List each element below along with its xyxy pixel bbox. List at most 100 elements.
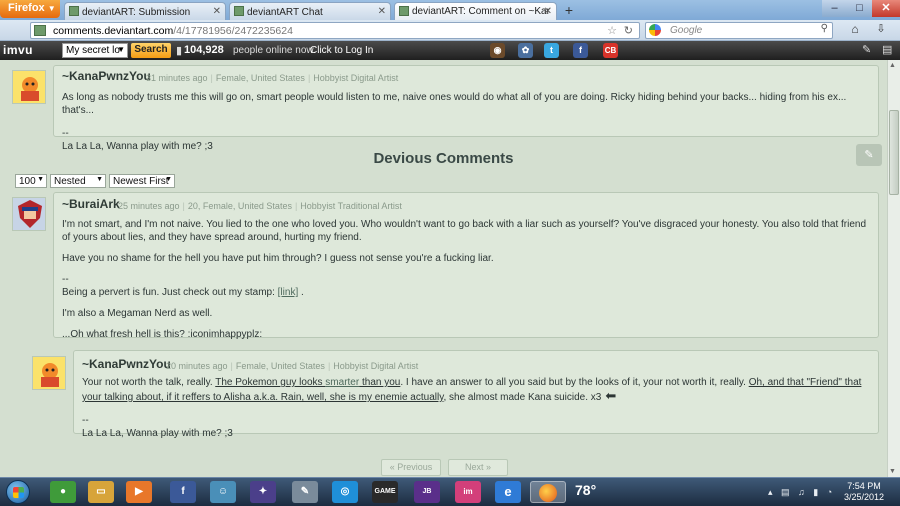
- smarter-link[interactable]: smarter: [325, 377, 359, 388]
- close-window-button[interactable]: ✕: [872, 0, 900, 17]
- online-count: 104,928: [184, 44, 224, 56]
- arrow-pointer-icon: ⬅: [605, 388, 617, 403]
- tab-bar: Firefox ▼ deviantART: Submission ✕ devian…: [0, 0, 900, 20]
- cb-icon[interactable]: CB: [603, 43, 618, 58]
- facebook-icon[interactable]: f: [573, 43, 588, 58]
- chevron-down-icon: ▼: [47, 4, 56, 13]
- imvu-search-button[interactable]: Search: [131, 43, 171, 58]
- people-icon[interactable]: ☺: [210, 481, 236, 503]
- twitter-icon[interactable]: t: [544, 43, 559, 58]
- per-page-select[interactable]: 100 ▼: [15, 174, 47, 188]
- page-content: ~KanaPwnzYou 31 minutes ago | Female, Unit…: [0, 60, 887, 477]
- comment-time[interactable]: 25 minutes ago: [118, 201, 180, 211]
- comment-time[interactable]: 31 minutes ago: [146, 73, 208, 83]
- comment-author[interactable]: ~BuraiArk: [62, 197, 120, 211]
- clock[interactable]: 7:54 PM 3/25/2012: [838, 481, 890, 503]
- paint-icon[interactable]: ✎: [292, 481, 318, 503]
- bookmark-star-icon[interactable]: ☆: [607, 24, 617, 37]
- avatar[interactable]: [12, 197, 46, 231]
- jinbo-icon[interactable]: JB: [414, 481, 440, 503]
- scrollbar-thumb[interactable]: [889, 110, 899, 195]
- site-identity-icon[interactable]: [34, 25, 46, 36]
- avatar[interactable]: [32, 356, 66, 390]
- close-icon[interactable]: ✕: [544, 6, 552, 17]
- tab-comment[interactable]: deviantART: Comment on ~KanaPwn... ✕: [394, 2, 557, 20]
- per-page-value: 100: [19, 176, 36, 187]
- comment-paragraph: I'm not smart, and I'm not naive. You li…: [62, 219, 867, 243]
- google-icon[interactable]: [649, 24, 661, 36]
- downloads-icon[interactable]: ⇩: [870, 22, 892, 39]
- app-icon[interactable]: ✦: [250, 481, 276, 503]
- scroll-down-icon[interactable]: ▼: [889, 468, 896, 475]
- comment-signature-line: ...Oh what fresh hell is this? :iconimha…: [62, 329, 263, 340]
- note-icon[interactable]: ✎: [856, 144, 882, 166]
- reload-icon[interactable]: ↻: [624, 24, 633, 37]
- signature-divider: --: [62, 128, 69, 139]
- avatar-image: [13, 198, 45, 230]
- next-page-button[interactable]: Next »: [448, 459, 508, 476]
- comment-signature: La La La, Wanna play with me? ;3: [82, 428, 233, 439]
- avatar-image: [13, 71, 45, 103]
- comment-author[interactable]: ~KanaPwnzYou: [62, 69, 151, 83]
- tab-chat[interactable]: deviantART Chat ✕: [229, 2, 391, 20]
- search-placeholder: Google: [670, 25, 703, 36]
- search-icon[interactable]: ⚲: [821, 23, 828, 34]
- facebook-icon[interactable]: f: [170, 481, 196, 503]
- media-player-icon[interactable]: ▶: [126, 481, 152, 503]
- scroll-up-icon[interactable]: ▲: [889, 62, 896, 69]
- internet-explorer-icon[interactable]: e: [495, 481, 521, 503]
- new-tab-button[interactable]: +: [560, 3, 578, 19]
- underlined-text: than you: [359, 377, 401, 388]
- sort-select[interactable]: Newest First ▼: [109, 174, 175, 188]
- windows-icon: [13, 487, 24, 498]
- firefox-taskbar-icon[interactable]: [530, 481, 566, 503]
- comment-user-title: Hobbyist Digital Artist: [313, 73, 399, 83]
- url-path: /4/17781956/2472235624: [173, 25, 293, 37]
- scrollbar[interactable]: ▲ ▼: [887, 60, 900, 477]
- tab-submission[interactable]: deviantART: Submission ✕: [64, 2, 226, 20]
- tab-label: deviantART: Submission: [82, 7, 191, 18]
- firefox-menu-button[interactable]: Firefox ▼: [0, 0, 60, 18]
- people-icon: ▮: [176, 45, 183, 57]
- comment-text: As long as nobody trusts me this will go…: [62, 92, 847, 116]
- weather-gadget[interactable]: 78°: [575, 482, 596, 498]
- previous-page-button[interactable]: « Previous: [381, 459, 441, 476]
- home-icon[interactable]: ⌂: [845, 22, 865, 39]
- close-icon[interactable]: ✕: [213, 6, 221, 17]
- system-tray[interactable]: ▴ ▤ ♫ ▮ ◔: [768, 487, 835, 498]
- imvu-toolbar: imvu My secret lo ▼ Search ▮ 104,928 peop…: [0, 41, 900, 60]
- wrench-icon[interactable]: ✎: [862, 43, 871, 56]
- chevron-down-icon: ▼: [37, 176, 44, 183]
- comment-body: As long as nobody trusts me this will go…: [62, 91, 872, 153]
- imvu-select[interactable]: My secret lo ▼: [62, 43, 128, 58]
- chevron-down-icon: ▼: [165, 176, 172, 183]
- login-link[interactable]: Click to Log In: [310, 45, 373, 56]
- stamp-link[interactable]: [link]: [278, 287, 299, 298]
- signature-divider: --: [82, 415, 89, 426]
- search-bar[interactable]: Google ⚲: [645, 22, 833, 39]
- comment-time[interactable]: 20 minutes ago: [166, 361, 228, 371]
- settings-icon[interactable]: ▤: [882, 43, 892, 56]
- close-icon[interactable]: ✕: [378, 6, 386, 17]
- navigation-bar: comments.deviantart.com/4/17781956/24722…: [0, 20, 900, 41]
- view-mode-select[interactable]: Nested ▼: [50, 174, 106, 188]
- comment-author[interactable]: ~KanaPwnzYou: [82, 357, 171, 371]
- maximize-button[interactable]: □: [847, 0, 872, 17]
- comment-text: Your not worth the talk, really. The Pok…: [82, 376, 872, 404]
- comment-signature-line: I'm also a Megaman Nerd as well.: [62, 308, 213, 319]
- folder-icon[interactable]: ▭: [88, 481, 114, 503]
- url-bar[interactable]: comments.deviantart.com/4/17781956/24722…: [30, 22, 640, 39]
- chat-icon[interactable]: ◎: [332, 481, 358, 503]
- firefox-menu-label: Firefox: [8, 2, 45, 14]
- bear-icon[interactable]: ◉: [490, 43, 505, 58]
- comment-meta: 25 minutes ago | 20, Female, United States…: [118, 201, 402, 211]
- signature-text: Being a pervert is fun. Just check out m…: [62, 287, 278, 298]
- messenger-icon[interactable]: ●: [50, 481, 76, 503]
- imvu-icon[interactable]: im: [455, 481, 481, 503]
- start-button[interactable]: [6, 480, 30, 504]
- game-icon[interactable]: GAME: [372, 481, 398, 503]
- minimize-button[interactable]: –: [822, 0, 847, 17]
- signature-divider: --: [62, 274, 69, 285]
- flower-icon[interactable]: ✿: [518, 43, 533, 58]
- avatar[interactable]: [12, 70, 46, 104]
